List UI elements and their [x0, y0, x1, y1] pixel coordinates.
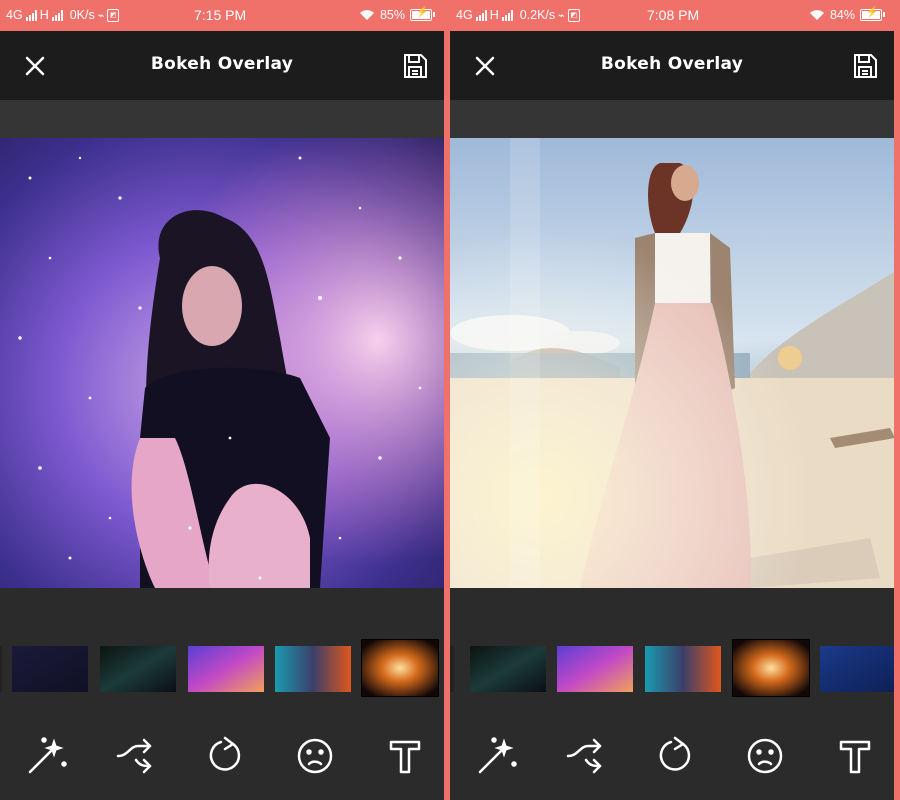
network-type-2: H: [489, 8, 499, 22]
network-speed: 0K/s: [69, 8, 95, 22]
bottom-toolbar: [450, 728, 894, 788]
editor-screen-right: 4G H 0.2K/s ⌁ ◩ 7:08 PM 84% ⚡ Bokeh Over…: [450, 0, 894, 800]
photo-canvas[interactable]: [450, 138, 894, 588]
emoji-button[interactable]: [293, 734, 337, 778]
magic-wand-button[interactable]: [474, 734, 518, 778]
magic-wand-icon: [28, 737, 67, 774]
overlay-thumb-selected[interactable]: [732, 639, 810, 697]
rotate-button[interactable]: [203, 734, 247, 778]
clock: 7:15 PM: [194, 7, 247, 23]
text-icon: [389, 740, 421, 774]
overlay-thumb[interactable]: [820, 646, 894, 692]
network-type: 4G: [6, 8, 23, 22]
network-speed: 0.2K/s: [519, 8, 556, 22]
app-bar: Bokeh Overlay: [0, 31, 444, 100]
rotate-button[interactable]: [653, 734, 697, 778]
wifi-icon: [809, 10, 824, 20]
sim-icon: ◩: [567, 8, 580, 22]
overlay-thumb-selected[interactable]: [361, 639, 439, 697]
page-title: Bokeh Overlay: [600, 54, 744, 74]
network-type: 4G: [456, 8, 473, 22]
shuffle-icon: [566, 738, 602, 774]
save-icon: [854, 54, 877, 78]
status-bar: 4G H 0.2K/s ⌁ ◩ 7:08 PM 84% ⚡: [450, 0, 894, 31]
magic-wand-icon: [478, 737, 517, 774]
emoji-button[interactable]: [743, 734, 787, 778]
overlay-thumb[interactable]: [645, 646, 721, 692]
text-icon: [839, 740, 871, 774]
battery-level: 84%: [829, 8, 855, 22]
bottom-toolbar: [0, 728, 444, 788]
sad-face-icon: [297, 738, 333, 774]
battery-level: 85%: [379, 8, 405, 22]
battery-icon: ⚡: [860, 7, 885, 21]
shuffle-icon: [116, 738, 152, 774]
sub-toolbar: [450, 100, 894, 138]
network-type-2: H: [39, 8, 49, 22]
edited-photo: [450, 138, 894, 588]
signal-icon: [501, 9, 513, 21]
signal-icon: [51, 9, 63, 21]
overlay-thumb[interactable]: [557, 646, 633, 692]
rotate-icon: [209, 736, 241, 771]
page-title: Bokeh Overlay: [150, 54, 294, 74]
text-button[interactable]: [833, 734, 877, 778]
overlay-thumb[interactable]: [188, 646, 264, 692]
editor-screen-left: 4G H 0K/s ⌁ ◩ 7:15 PM 85% ⚡ Bokeh Overla…: [0, 0, 444, 800]
usb-icon: ⌁: [97, 9, 105, 22]
overlay-strip: [450, 639, 894, 697]
usb-icon: ⌁: [558, 9, 565, 22]
overlay-strip: [0, 639, 444, 697]
rotate-icon: [659, 736, 691, 771]
status-bar: 4G H 0K/s ⌁ ◩ 7:15 PM 85% ⚡: [0, 0, 444, 31]
save-button[interactable]: [850, 51, 880, 81]
sad-face-icon: [747, 738, 783, 774]
shuffle-button[interactable]: [114, 734, 158, 778]
overlay-thumb[interactable]: [450, 646, 454, 692]
save-button[interactable]: [400, 51, 430, 81]
save-icon: [404, 54, 427, 78]
overlay-thumb[interactable]: [100, 646, 176, 692]
clock: 7:08 PM: [647, 7, 700, 23]
overlay-thumb[interactable]: [0, 646, 2, 692]
magic-wand-button[interactable]: [24, 734, 68, 778]
app-bar: Bokeh Overlay: [450, 31, 894, 100]
photo-canvas[interactable]: [0, 138, 444, 588]
sub-toolbar: [0, 100, 444, 138]
sim-icon: ◩: [107, 8, 120, 22]
edited-photo: [0, 138, 444, 588]
battery-icon: ⚡: [410, 7, 435, 21]
wifi-icon: [359, 10, 374, 20]
overlay-thumb[interactable]: [275, 646, 351, 692]
signal-icon: [25, 9, 37, 21]
text-button[interactable]: [383, 734, 427, 778]
shuffle-button[interactable]: [564, 734, 608, 778]
overlay-thumb[interactable]: [470, 646, 546, 692]
overlay-thumb[interactable]: [12, 646, 88, 692]
signal-icon: [475, 9, 487, 21]
